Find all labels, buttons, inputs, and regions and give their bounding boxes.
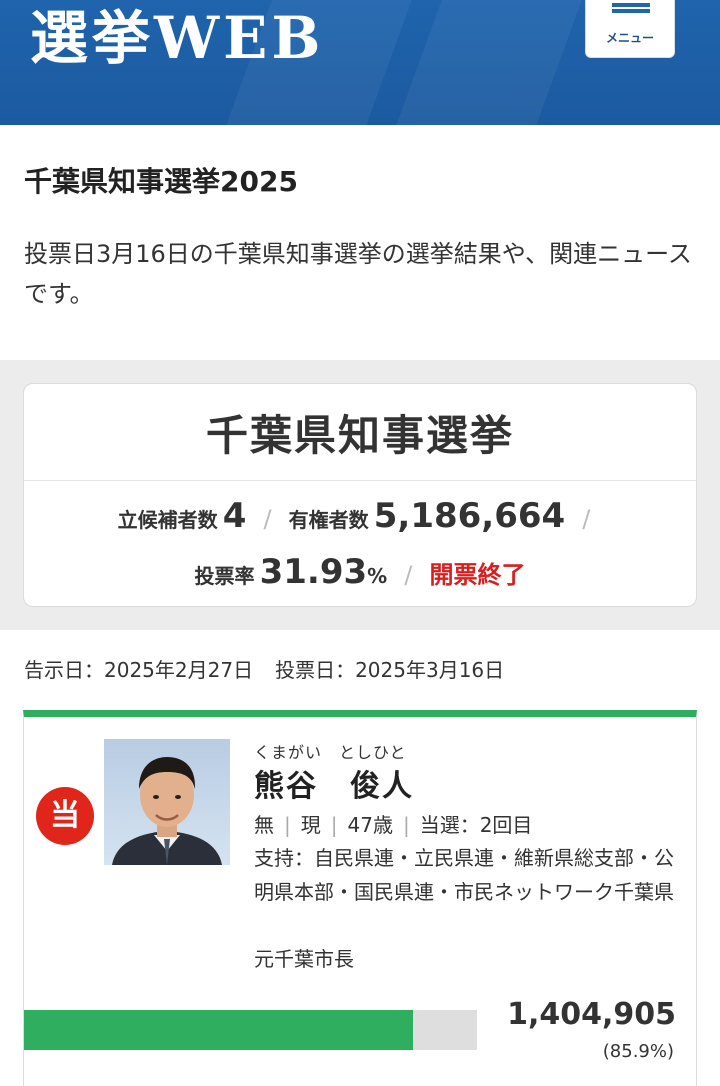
candidates-value: 4	[222, 496, 247, 536]
summary-divider	[24, 480, 696, 481]
candidate-furigana: くまがい としひと	[254, 743, 407, 762]
count-status: 開票終了	[429, 561, 526, 589]
party-affiliation: 無	[254, 813, 274, 837]
candidate-age: 47歳	[347, 813, 393, 837]
vote-share-text: (85.9%)	[602, 1041, 674, 1062]
header-decoration	[390, 0, 590, 125]
elected-badge: 当	[36, 787, 94, 845]
menu-button[interactable]: メニュー	[585, 0, 675, 58]
vote-date: 投票日：2025年3月16日	[275, 658, 505, 682]
elected-count: 当選：2回目	[419, 813, 533, 837]
turnout-unit: %	[367, 564, 388, 588]
candidate-name[interactable]: 熊谷 俊人	[254, 761, 414, 805]
turnout-label: 投票率	[194, 564, 255, 588]
stat-separator: /	[582, 505, 591, 533]
site-header: 選挙WEB メニュー	[0, 0, 720, 125]
candidates-label: 立候補者数	[117, 508, 218, 532]
summary-stats-row: 投票率 31.93% / 開票終了	[24, 552, 696, 592]
support-parties: 支持：自民県連・立民県連・維新県総支部・公明県本部・国民県連・市民ネットワーク千…	[254, 846, 674, 904]
menu-label: メニュー	[605, 31, 654, 45]
candidate-portrait-icon	[112, 757, 222, 865]
candidate-meta: 無 | 現 | 47歳 | 当選：2回目	[254, 809, 532, 838]
stat-separator: /	[404, 561, 413, 589]
page-title: 千葉県知事選挙2025	[24, 165, 298, 198]
candidate-card[interactable]: 当 くまがい としひと 熊谷 俊人 無 | 現 | 47歳 | 当選：2回目 支持：自民県連…	[23, 710, 697, 1086]
hamburger-icon	[612, 3, 650, 13]
stat-separator: /	[263, 505, 272, 533]
summary-title: 千葉県知事選挙	[205, 411, 514, 460]
candidate-career: 元千葉市長	[254, 947, 354, 971]
vote-share-fill	[24, 1010, 414, 1050]
announce-date: 告示日：2025年2月27日	[24, 658, 254, 682]
meta-separator: |	[330, 813, 338, 837]
meta-separator: |	[284, 813, 291, 837]
summary-stats-row: 立候補者数 4 / 有権者数 5,186,664 /	[24, 496, 696, 536]
candidate-photo	[104, 739, 230, 865]
meta-separator: |	[402, 813, 410, 837]
incumbent-status: 現	[300, 813, 321, 837]
voters-value: 5,186,664	[373, 496, 566, 536]
vote-count: 1,404,905	[507, 997, 676, 1032]
site-logo[interactable]: 選挙WEB	[30, 0, 324, 80]
vote-share-bar	[24, 1010, 477, 1050]
voters-label: 有権者数	[288, 508, 369, 532]
turnout-value: 31.93	[259, 552, 368, 592]
page-description: 投票日3月16日の千葉県知事選挙の選挙結果や、関連ニュースです。	[24, 240, 692, 308]
election-dates: 告示日：2025年2月27日 投票日：2025年3月16日	[24, 654, 504, 683]
election-summary-card: 千葉県知事選挙 立候補者数 4 / 有権者数 5,186,664 / 投票率 3…	[23, 383, 697, 607]
